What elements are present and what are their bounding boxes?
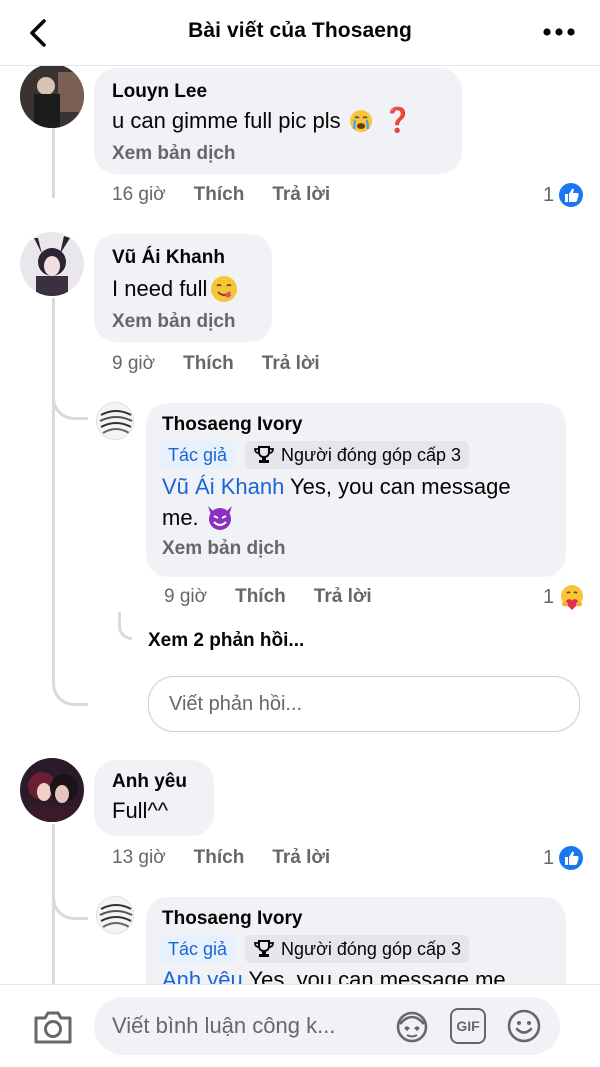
like-button[interactable]: Thích xyxy=(194,847,245,869)
reaction-count: 1 xyxy=(543,585,555,608)
top-bar: Bài viết của Thosaeng xyxy=(0,0,600,66)
comment-text-content: me. xyxy=(162,505,199,530)
gif-button[interactable]: GIF xyxy=(450,1008,486,1044)
crying-face-icon xyxy=(349,109,373,133)
avatar[interactable] xyxy=(20,758,84,822)
reply-button[interactable]: Trả lời xyxy=(272,184,330,206)
badges: Tác giả Người đóng góp cấp 3 xyxy=(160,441,550,469)
reply-bubble: Thosaeng Ivory Tác giả Người đóng góp cấ… xyxy=(146,403,566,577)
avatar-photo xyxy=(20,758,84,822)
reaction-count: 1 xyxy=(543,183,555,206)
comment-time: 9 giờ xyxy=(164,586,208,607)
comment-input[interactable]: Viết bình luận công k... GIF xyxy=(94,997,560,1055)
comment-time: 16 giờ xyxy=(112,184,166,205)
badges: Tác giả Người đóng góp cấp 3 xyxy=(160,935,550,963)
comment-text: I need full xyxy=(112,274,254,304)
thread-curve xyxy=(52,668,88,706)
more-options-icon[interactable] xyxy=(542,22,576,42)
comment-text: u can gimme full pic pls ❓ xyxy=(112,106,444,136)
like-icon xyxy=(559,183,584,207)
contributor-badge-label: Người đóng góp cấp 3 xyxy=(281,445,462,465)
comment-text: Vũ Ái Khanh Yes, you can message me. xyxy=(162,471,550,533)
contributor-badge-label: Người đóng góp cấp 3 xyxy=(281,939,462,959)
contributor-badge: Người đóng góp cấp 3 xyxy=(245,441,470,469)
see-translation-link[interactable]: Xem bản dịch xyxy=(162,537,550,561)
see-translation-link[interactable]: Xem bản dịch xyxy=(112,310,254,334)
author-badge: Tác giả xyxy=(160,935,236,963)
author-badge: Tác giả xyxy=(160,441,236,469)
commenter-name[interactable]: Thosaeng Ivory xyxy=(162,413,550,437)
commenter-name[interactable]: Vũ Ái Khanh xyxy=(112,246,254,270)
reaction-count: 1 xyxy=(543,846,555,869)
trophy-icon xyxy=(254,940,274,957)
reply-button[interactable]: Trả lời xyxy=(272,847,330,869)
see-translation-link[interactable]: Xem bản dịch xyxy=(112,142,444,166)
avatar-photo xyxy=(97,403,133,439)
view-more-replies-link[interactable]: Xem 2 phản hồi... xyxy=(148,630,304,652)
question-mark-icon: ❓ xyxy=(382,107,413,134)
reaction-summary[interactable]: 1 xyxy=(543,845,584,871)
comment-composer-bar: Viết bình luận công k... GIF xyxy=(0,984,600,1067)
gif-label: GIF xyxy=(456,1018,480,1034)
like-icon xyxy=(559,846,584,870)
avatar[interactable] xyxy=(20,64,84,128)
comment-text-content: I need full xyxy=(112,276,208,301)
care-icon xyxy=(561,585,584,610)
thread-curve xyxy=(118,612,132,640)
emoji-icon[interactable] xyxy=(506,1008,542,1044)
avatar-photo xyxy=(20,232,84,296)
comment-time: 13 giờ xyxy=(112,847,166,868)
camera-icon[interactable] xyxy=(32,1009,74,1045)
reaction-summary[interactable]: 1 xyxy=(543,182,584,208)
reply-input-placeholder: Viết phản hồi... xyxy=(169,692,303,715)
trophy-icon xyxy=(254,446,274,463)
smiling-devil-icon xyxy=(205,503,235,531)
thread-curve xyxy=(52,380,88,420)
like-button[interactable]: Thích xyxy=(194,184,245,206)
avatar-photo xyxy=(97,897,133,933)
like-button[interactable]: Thích xyxy=(235,586,286,608)
commenter-name[interactable]: Anh yêu xyxy=(112,770,196,794)
comment-input-placeholder: Viết bình luận công k... xyxy=(112,1013,336,1038)
reply-input[interactable]: Viết phản hồi... xyxy=(148,676,580,732)
commenter-name[interactable]: Thosaeng Ivory xyxy=(162,907,550,931)
thread-curve xyxy=(52,880,88,920)
comment-actions: 13 giờ Thích Trả lời xyxy=(112,847,330,869)
page-title: Bài viết của Thosaeng xyxy=(188,19,412,42)
comment-bubble: Vũ Ái Khanh I need full Xem bản dịch xyxy=(94,234,272,342)
commenter-name[interactable]: Louyn Lee xyxy=(112,80,444,104)
avatar-sticker-icon[interactable] xyxy=(394,1008,430,1044)
like-button[interactable]: Thích xyxy=(183,353,234,375)
comment-time: 9 giờ xyxy=(112,353,156,374)
comment-actions: 9 giờ Thích Trả lời xyxy=(112,353,320,375)
comment-actions: 9 giờ Thích Trả lời xyxy=(164,586,372,608)
avatar-photo xyxy=(20,64,84,128)
reaction-summary[interactable]: 1 xyxy=(543,583,586,611)
comment-text-content: u can gimme full pic pls xyxy=(112,108,341,133)
comment-text: Full^^ xyxy=(112,798,169,823)
thread-line xyxy=(52,298,55,668)
avatar[interactable] xyxy=(96,896,134,934)
comment-bubble: Anh yêu Full^^ xyxy=(94,760,214,836)
yum-face-icon xyxy=(209,274,239,304)
reply-button[interactable]: Trả lời xyxy=(314,586,372,608)
thread-line xyxy=(52,128,55,198)
comment-actions: 16 giờ Thích Trả lời xyxy=(112,184,330,206)
contributor-badge: Người đóng góp cấp 3 xyxy=(245,935,470,963)
avatar[interactable] xyxy=(96,402,134,440)
avatar[interactable] xyxy=(20,232,84,296)
comment-bubble: Louyn Lee u can gimme full pic pls ❓ Xem… xyxy=(94,68,462,174)
comment-text-content: Yes, you can message xyxy=(284,474,511,499)
reply-button[interactable]: Trả lời xyxy=(262,353,320,375)
mention-link[interactable]: Vũ Ái Khanh xyxy=(162,474,284,499)
